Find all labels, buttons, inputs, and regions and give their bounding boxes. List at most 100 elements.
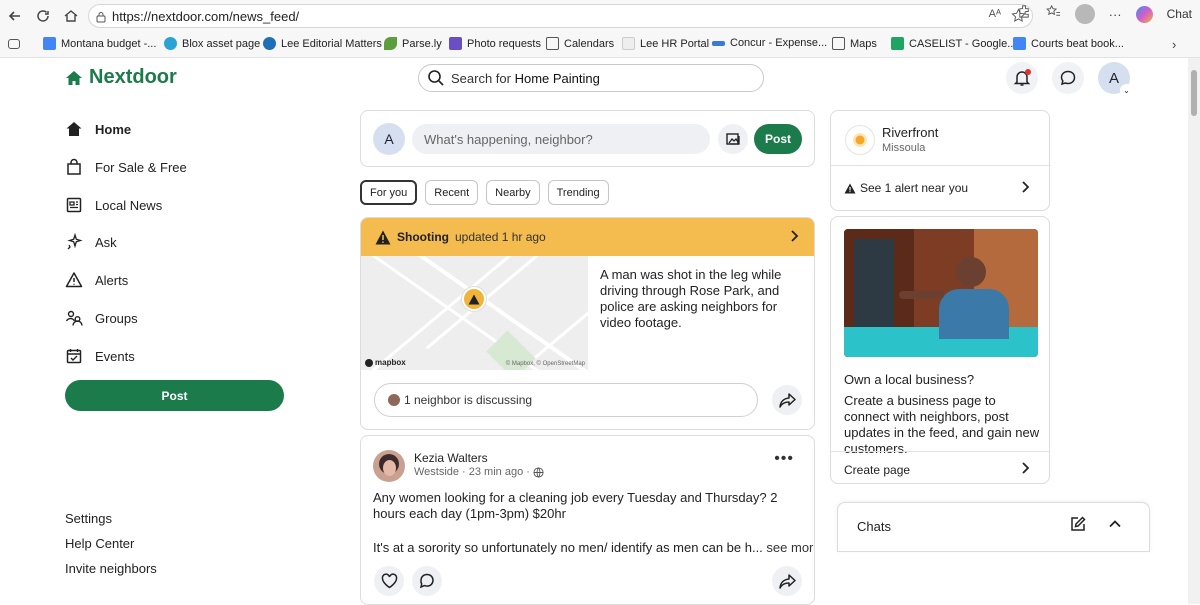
post-composer: A What's happening, neighbor? Post xyxy=(360,110,815,167)
chevron-right-icon[interactable]: › xyxy=(1172,37,1176,52)
add-photo-button[interactable] xyxy=(718,124,748,154)
chats-dock[interactable]: Chats xyxy=(837,502,1150,552)
hr-icon xyxy=(622,37,635,50)
business-promo-title: Own a local business? xyxy=(844,372,975,387)
calendar-icon xyxy=(66,349,82,364)
sidebar-item-local-news[interactable]: Local News xyxy=(65,196,162,214)
extensions-icon[interactable] xyxy=(1017,4,1032,24)
filter-for-you[interactable]: For you xyxy=(360,180,418,205)
bookmark-courts-beat[interactable]: Courts beat book... xyxy=(1013,37,1124,50)
post-menu-icon[interactable]: ••• xyxy=(774,450,794,468)
scrollbar-thumb[interactable] xyxy=(1191,70,1197,116)
see-more-link[interactable]: see more xyxy=(766,540,814,555)
business-promo-image xyxy=(844,229,1038,357)
comment-button[interactable] xyxy=(412,566,442,596)
shopping-bag-icon xyxy=(67,158,81,175)
sheet-icon xyxy=(891,37,904,50)
house-logo-icon xyxy=(66,70,82,85)
tab-actions-icon[interactable] xyxy=(8,39,20,49)
favorites-icon[interactable] xyxy=(1045,4,1061,24)
comment-icon xyxy=(419,573,434,589)
sidebar-item-events[interactable]: Events xyxy=(65,347,135,365)
messages-button[interactable] xyxy=(1052,62,1084,94)
alert-description[interactable]: A man was shot in the leg while driving … xyxy=(600,267,800,331)
like-button[interactable] xyxy=(374,566,404,596)
composer-input[interactable]: What's happening, neighbor? xyxy=(412,124,710,154)
sidebar-item-ask[interactable]: Ask xyxy=(65,233,117,251)
filter-nearby[interactable]: Nearby xyxy=(486,180,540,205)
concur-icon xyxy=(712,40,725,46)
warning-icon xyxy=(65,272,83,288)
filter-recent[interactable]: Recent xyxy=(425,180,479,205)
doc-icon xyxy=(43,37,56,50)
warning-icon xyxy=(844,183,856,193)
back-icon[interactable] xyxy=(4,5,26,27)
bookmark-lee-hr[interactable]: Lee HR Portal xyxy=(622,37,709,50)
post-neighborhood[interactable]: Westside xyxy=(414,466,459,478)
composer-post-button[interactable]: Post xyxy=(754,124,802,154)
sidebar-item-alerts[interactable]: Alerts xyxy=(65,271,128,289)
help-center-link[interactable]: Help Center xyxy=(65,536,134,551)
post-body-continued: It's at a sorority so unfortunately no m… xyxy=(373,540,814,555)
user-avatar[interactable]: A ⌄ xyxy=(1098,62,1133,97)
notifications-button[interactable] xyxy=(1006,62,1038,94)
divider xyxy=(831,451,1049,452)
copilot-icon[interactable] xyxy=(1135,5,1153,23)
bookmark-caselist[interactable]: CASELIST - Google... xyxy=(891,37,1016,50)
profile-icon[interactable] xyxy=(1074,4,1095,24)
settings-link[interactable]: Settings xyxy=(65,511,112,526)
filter-trending[interactable]: Trending xyxy=(547,180,609,205)
discussion-button[interactable]: 1 neighbor is discussing xyxy=(374,383,758,417)
sidebar-item-groups[interactable]: Groups xyxy=(65,309,138,327)
neighborhood-name[interactable]: Riverfront xyxy=(882,125,938,140)
photo-icon xyxy=(726,133,740,145)
chevron-right-icon xyxy=(786,228,802,247)
home-icon[interactable] xyxy=(60,5,82,27)
chevron-up-icon[interactable] xyxy=(1107,516,1123,537)
warning-icon xyxy=(375,230,391,244)
address-bar[interactable]: https://nextdoor.com/news_feed/ Aᴬ xyxy=(88,4,1033,28)
page-scrollbar[interactable] xyxy=(1188,58,1200,604)
chevron-right-icon[interactable] xyxy=(1017,460,1033,481)
author-name[interactable]: Kezia Walters xyxy=(414,451,488,465)
neighborhood-card: Riverfront Missoula See 1 alert near you xyxy=(830,110,1051,211)
form-icon xyxy=(449,37,462,50)
sidebar-post-button[interactable]: Post xyxy=(65,380,284,411)
bookmark-blox-asset[interactable]: Blox asset page xyxy=(164,37,260,50)
share-alert-button[interactable] xyxy=(772,385,802,415)
bookmark-concur[interactable]: Concur - Expense... xyxy=(712,37,827,49)
alert-header[interactable]: Shooting updated 1 hr ago xyxy=(361,218,814,256)
nextdoor-logo[interactable]: Nextdoor xyxy=(65,66,177,89)
nearby-alerts-link[interactable]: See 1 alert near you xyxy=(844,181,968,195)
chat-label[interactable]: Chat xyxy=(1167,7,1192,21)
create-page-link[interactable]: Create page xyxy=(844,463,910,477)
sidebar-item-home[interactable]: Home xyxy=(65,120,131,138)
bookmarks-bar: Montana budget -... Blox asset page Lee … xyxy=(0,32,1200,58)
search-input[interactable]: Search for Home Painting xyxy=(418,64,764,92)
post-time: · 23 min ago · xyxy=(462,466,530,478)
bookmark-lee-editorial[interactable]: Lee Editorial Matters xyxy=(263,37,382,50)
refresh-icon[interactable] xyxy=(32,5,54,27)
chats-title: Chats xyxy=(857,519,891,534)
share-post-button[interactable] xyxy=(772,566,802,596)
bookmark-montana-budget[interactable]: Montana budget -... xyxy=(43,37,156,50)
sidebar-item-for-sale[interactable]: For Sale & Free xyxy=(65,158,187,176)
bookmark-parsely[interactable]: Parse.ly xyxy=(384,37,442,50)
map-copyright[interactable]: © Mapbox, © OpenStreetMap xyxy=(506,361,585,367)
safety-alert-card: Shooting updated 1 hr ago mapbox © Mapbo… xyxy=(360,217,815,430)
alert-map[interactable]: mapbox © Mapbox, © OpenStreetMap xyxy=(361,256,588,370)
share-icon xyxy=(778,393,796,408)
bookmark-photo-requests[interactable]: Photo requests xyxy=(449,37,541,50)
doc-icon xyxy=(1013,37,1026,50)
invite-neighbors-link[interactable]: Invite neighbors xyxy=(65,561,157,576)
author-avatar[interactable] xyxy=(373,450,405,482)
url-text: https://nextdoor.com/news_feed/ xyxy=(112,9,300,24)
compose-icon[interactable] xyxy=(1069,515,1087,538)
alert-pin-icon[interactable] xyxy=(462,287,486,311)
newspaper-icon xyxy=(66,197,82,213)
chat-bubble-icon xyxy=(1060,70,1076,86)
bookmark-maps[interactable]: Maps xyxy=(832,37,877,50)
bookmark-calendars[interactable]: Calendars xyxy=(546,37,614,50)
more-icon[interactable]: ··· xyxy=(1109,7,1122,22)
read-aloud-icon[interactable]: Aᴬ xyxy=(989,8,1001,28)
